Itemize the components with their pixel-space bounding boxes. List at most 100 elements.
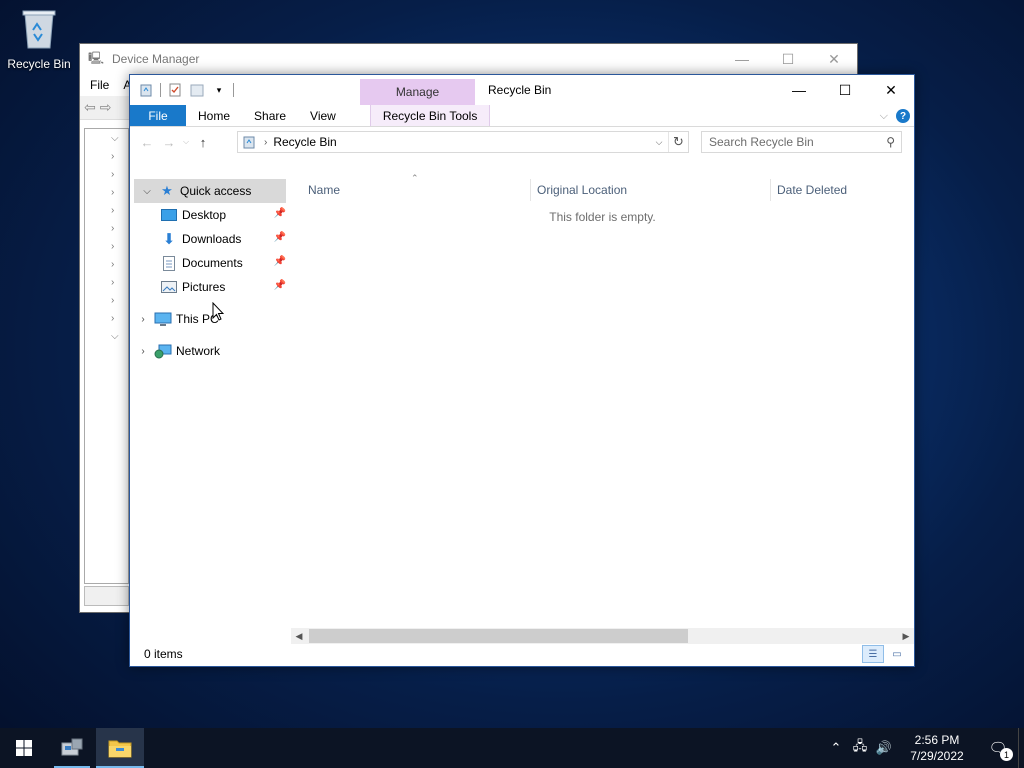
nav-item-label: Network xyxy=(176,344,221,358)
device-manager-icon xyxy=(61,738,83,756)
maximize-icon[interactable]: ☐ xyxy=(765,44,811,74)
tree-expander[interactable]: › xyxy=(85,201,128,219)
details-view-icon[interactable]: ☰ xyxy=(862,645,884,663)
nav-item-quick-access[interactable]: ⌵ ★ Quick access xyxy=(134,179,286,203)
tab-home[interactable]: Home xyxy=(186,105,242,126)
notification-badge: 1 xyxy=(1000,748,1013,761)
device-manager-icon: 🖳 xyxy=(88,50,105,65)
tab-recycle-bin-tools[interactable]: Recycle Bin Tools xyxy=(369,105,491,126)
start-button[interactable] xyxy=(0,728,48,768)
status-bar: 0 items ☰ ▭ xyxy=(130,642,914,666)
windows-logo-icon xyxy=(16,740,32,756)
minimize-icon[interactable]: — xyxy=(776,75,822,105)
tab-file[interactable]: File xyxy=(130,105,186,126)
tree-expander[interactable]: ⌵ xyxy=(85,327,128,345)
folder-icon xyxy=(108,740,132,758)
minimize-icon[interactable]: — xyxy=(719,44,765,74)
tree-expander[interactable]: › xyxy=(85,165,128,183)
quick-access-toolbar: ▾ xyxy=(130,75,234,105)
expand-ribbon-icon[interactable]: ⌵ xyxy=(880,110,888,123)
ribbon-tabs: File Home Share View Recycle Bin Tools ⌵… xyxy=(130,105,914,127)
column-header-original-location[interactable]: Original Location xyxy=(531,179,769,201)
tree-expander[interactable]: › xyxy=(85,237,128,255)
refresh-icon[interactable]: ↻ xyxy=(668,132,688,152)
tree-expander[interactable]: › xyxy=(85,183,128,201)
search-box[interactable]: ⚲ xyxy=(701,131,902,153)
qat-separator xyxy=(160,83,161,97)
empty-folder-message: This folder is empty. xyxy=(549,210,656,224)
column-header-name[interactable]: Name xyxy=(302,179,531,201)
search-icon[interactable]: ⚲ xyxy=(886,135,895,149)
tab-manage[interactable]: Manage xyxy=(360,79,475,105)
scrollbar-thumb[interactable] xyxy=(309,629,688,643)
new-folder-icon[interactable] xyxy=(189,82,205,98)
pin-icon[interactable]: 📌 xyxy=(274,232,286,243)
back-arrow-icon[interactable]: ⇦ xyxy=(84,99,96,116)
pin-icon[interactable]: 📌 xyxy=(274,256,286,267)
pin-icon[interactable]: 📌 xyxy=(274,208,286,219)
forward-arrow-icon[interactable]: → xyxy=(158,131,180,153)
search-input[interactable] xyxy=(709,135,879,149)
nav-item-desktop[interactable]: Desktop 📌 xyxy=(130,203,290,227)
breadcrumb-chevron-icon[interactable]: › xyxy=(264,137,267,148)
file-list[interactable]: ⌃ Name Original Location Date Deleted Th… xyxy=(291,173,914,641)
close-icon[interactable]: ✕ xyxy=(868,75,914,105)
properties-icon[interactable] xyxy=(167,82,183,98)
up-arrow-icon[interactable]: ↑ xyxy=(192,131,214,153)
tree-expander[interactable]: › xyxy=(85,309,128,327)
explorer-window[interactable]: ▾ Manage Recycle Bin — ☐ ✕ File Home Sha… xyxy=(129,74,915,667)
clock-date: 7/29/2022 xyxy=(910,749,964,763)
window-title: Recycle Bin xyxy=(488,83,552,97)
nav-item-this-pc[interactable]: › This PC xyxy=(130,307,290,331)
qat-separator xyxy=(233,83,234,97)
recycle-bin-small-icon xyxy=(138,82,154,98)
tree-expander[interactable]: › xyxy=(85,219,128,237)
collapse-chevron-icon[interactable]: ⌵ xyxy=(140,186,154,197)
tree-expander[interactable]: › xyxy=(85,291,128,309)
column-header-date-deleted[interactable]: Date Deleted xyxy=(771,179,914,201)
clock[interactable]: 2:56 PM 7/29/2022 xyxy=(900,732,974,764)
desktop-icon xyxy=(160,207,178,223)
desktop-recycle-bin[interactable]: Recycle Bin xyxy=(4,8,74,71)
show-hidden-icons-icon[interactable]: ⌃ xyxy=(824,740,848,756)
tab-share[interactable]: Share xyxy=(242,105,298,126)
nav-item-pictures[interactable]: Pictures 📌 xyxy=(130,275,290,299)
customize-qat-icon[interactable]: ▾ xyxy=(211,82,227,98)
forward-arrow-icon[interactable]: ⇨ xyxy=(100,99,112,116)
tab-view[interactable]: View xyxy=(298,105,348,126)
nav-item-label: Downloads xyxy=(182,232,242,246)
volume-icon[interactable]: 🔊 xyxy=(872,740,896,756)
item-count: 0 items xyxy=(144,647,183,661)
nav-item-documents[interactable]: Documents 📌 xyxy=(130,251,290,275)
navigation-pane[interactable]: ⌵ ★ Quick access Desktop 📌 ⬇ Downloads 📌 xyxy=(130,179,290,641)
address-bar[interactable]: › Recycle Bin ⌵ ↻ xyxy=(237,131,689,153)
explorer-content: ⌵ ★ Quick access Desktop 📌 ⬇ Downloads 📌 xyxy=(130,173,914,641)
tree-expander[interactable]: ⌵ xyxy=(85,129,128,147)
nav-item-label: Desktop xyxy=(182,208,227,222)
pin-icon[interactable]: 📌 xyxy=(274,280,286,291)
expand-chevron-icon[interactable]: › xyxy=(136,346,150,357)
menu-file[interactable]: File xyxy=(90,78,109,92)
nav-item-network[interactable]: › Network xyxy=(130,339,290,363)
back-arrow-icon[interactable]: ← xyxy=(136,131,158,153)
maximize-icon[interactable]: ☐ xyxy=(822,75,868,105)
nav-item-downloads[interactable]: ⬇ Downloads 📌 xyxy=(130,227,290,251)
address-dropdown-icon[interactable]: ⌵ xyxy=(652,132,666,152)
nav-item-label: Documents xyxy=(182,256,243,270)
show-desktop-button[interactable] xyxy=(1018,728,1024,768)
close-icon[interactable]: ✕ xyxy=(811,44,857,74)
device-tree[interactable]: ⌵ › › › › › › › › › › ⌵ xyxy=(84,128,129,584)
taskbar-device-manager[interactable] xyxy=(48,728,96,768)
tree-expander[interactable]: › xyxy=(85,273,128,291)
explorer-titlebar[interactable]: ▾ Manage Recycle Bin — ☐ ✕ xyxy=(130,75,914,105)
tree-expander[interactable]: › xyxy=(85,255,128,273)
breadcrumb[interactable]: Recycle Bin xyxy=(273,135,336,149)
help-icon[interactable]: ? xyxy=(896,109,910,123)
large-icons-view-icon[interactable]: ▭ xyxy=(886,645,908,663)
recent-locations-icon[interactable]: ⌵ xyxy=(180,131,192,153)
taskbar-file-explorer[interactable] xyxy=(96,728,144,768)
network-status-icon[interactable]: 🖧 xyxy=(848,737,872,759)
tree-expander[interactable]: › xyxy=(85,147,128,165)
action-center-button[interactable]: 🗨 1 xyxy=(978,739,1018,761)
expand-chevron-icon[interactable]: › xyxy=(136,314,150,325)
